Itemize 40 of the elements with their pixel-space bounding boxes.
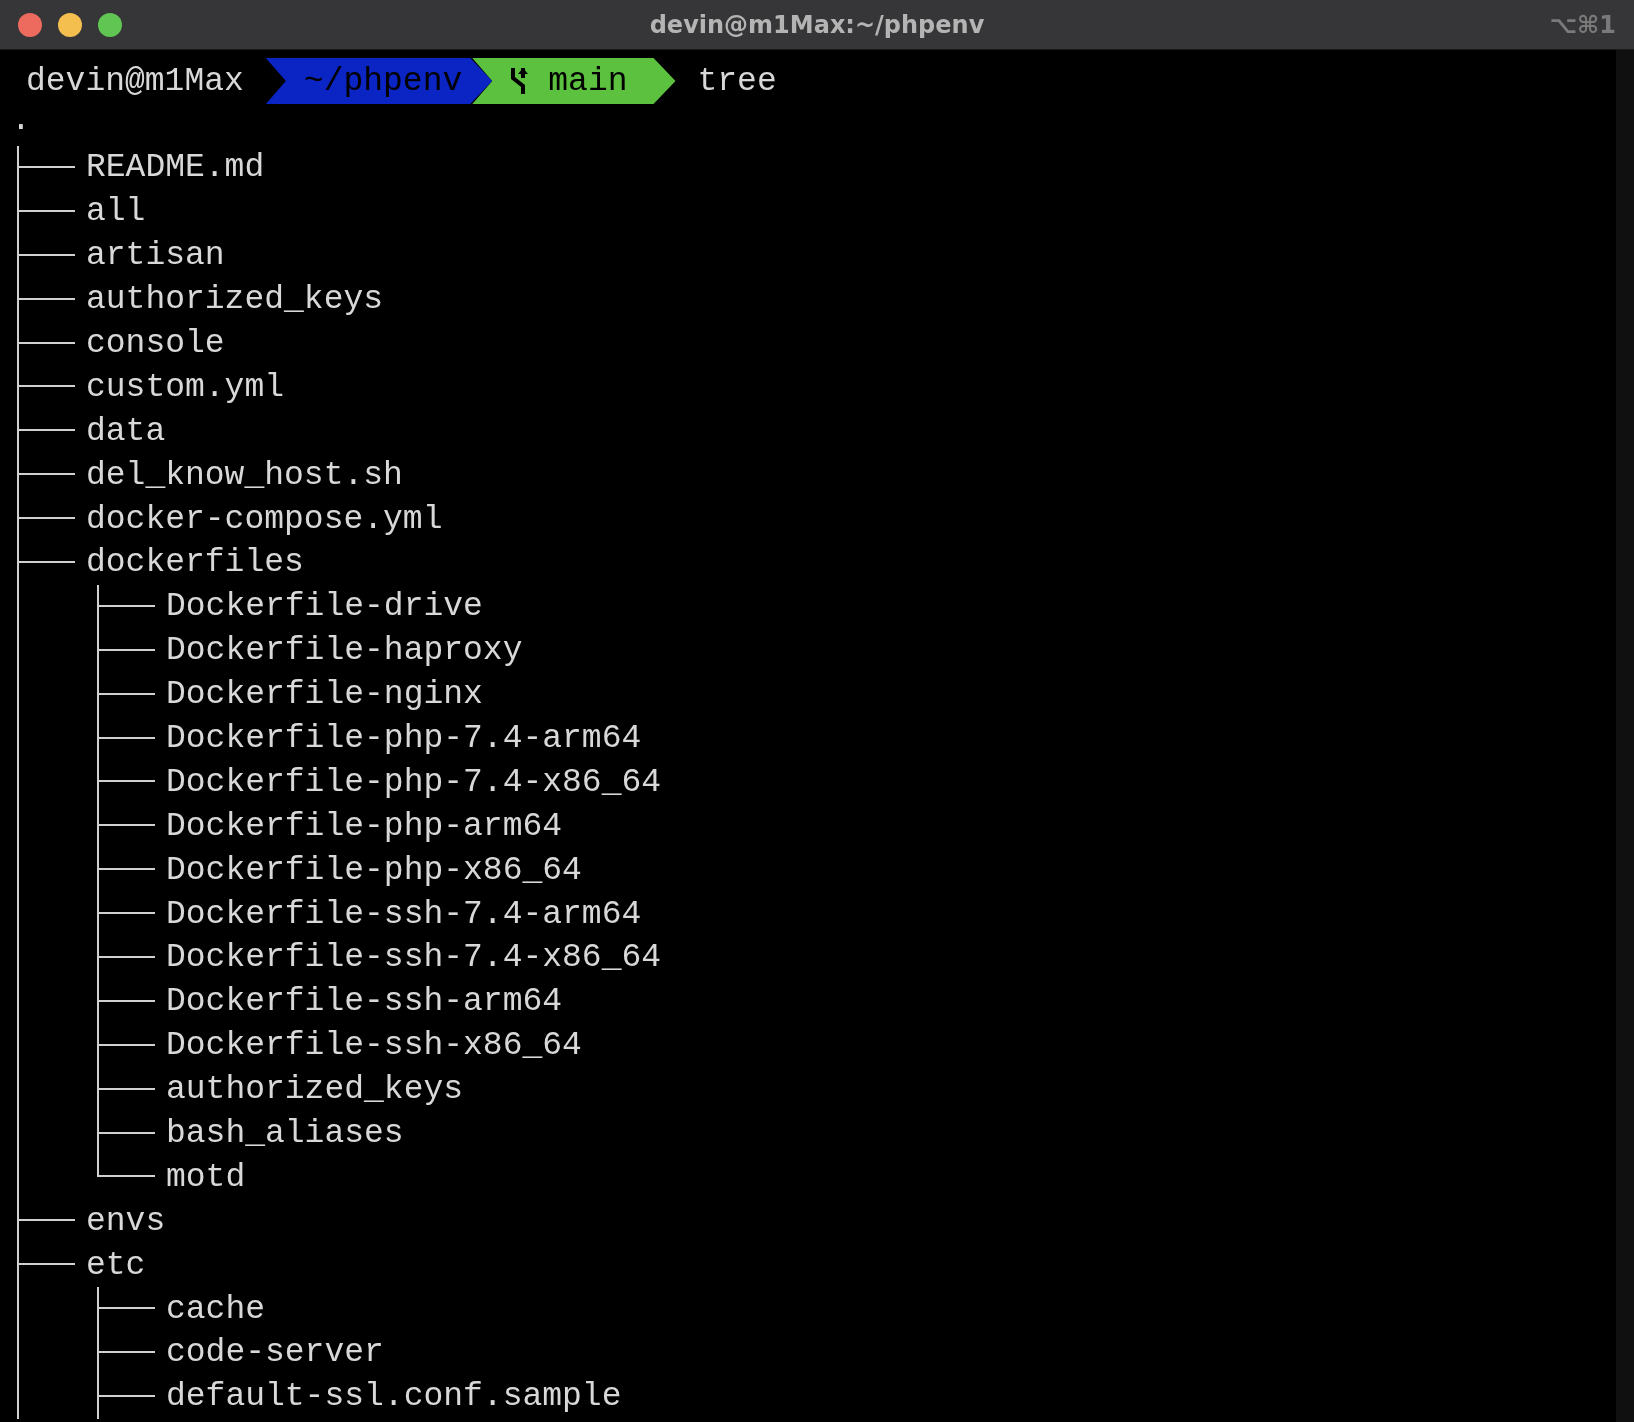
tree-entry: code-server: [166, 1336, 384, 1370]
tree-entry: envs: [86, 1204, 166, 1238]
tree-entry: data: [86, 414, 166, 448]
branch-name: main: [548, 64, 628, 98]
tree-entry: Dockerfile-drive: [166, 590, 483, 624]
window-title: devin@m1Max:~/phpenv: [649, 9, 985, 41]
tree-entry: etc: [86, 1248, 146, 1282]
minimize-button[interactable]: [58, 12, 82, 37]
tree-entry: default-ssl.conf.sample: [166, 1380, 622, 1414]
tree-entry: authorized_keys: [166, 1073, 464, 1107]
tree-entry: Dockerfile-nginx: [166, 678, 483, 712]
tree-entry: Dockerfile-php-arm64: [166, 809, 563, 843]
tree-entry: dockerfiles: [86, 546, 304, 580]
maximize-button[interactable]: [98, 12, 122, 37]
tree-entry: console: [86, 327, 225, 360]
prompt-user-host: devin@m1Max: [26, 64, 244, 98]
tree-entry: Dockerfile-ssh-arm64: [166, 985, 563, 1019]
tree-entry: authorized_keys: [86, 283, 384, 317]
tree-entry: del_know_host.sh: [86, 458, 403, 492]
command-text: tree: [697, 64, 777, 98]
branch-icon: [508, 66, 531, 96]
tree-entry: docker-compose.yml: [86, 502, 443, 536]
tree-entry: Dockerfile-php-x86_64: [166, 853, 582, 887]
tree-entry: Dockerfile-ssh-x86_64: [166, 1029, 582, 1063]
tree-entry: motd: [166, 1160, 246, 1194]
tree-entry: all: [86, 195, 146, 229]
tree-entry: custom.yml: [86, 370, 285, 404]
keyboard-shortcut: ⌥⌘1: [1549, 9, 1616, 41]
tree-entry: bash_aliases: [166, 1117, 404, 1151]
tree-entry: artisan: [86, 239, 225, 273]
tree-entry: Dockerfile-haproxy: [166, 634, 523, 668]
tree-entry: Dockerfile-ssh-7.4-x86_64: [166, 941, 662, 975]
tree-entry: cache: [166, 1292, 266, 1326]
tree-entry: README.md: [86, 151, 265, 185]
tree-entry: Dockerfile-ssh-7.4-arm64: [166, 897, 642, 931]
tree-entry: Dockerfile-php-7.4-x86_64: [166, 765, 662, 799]
prompt-path-segment: ~/phpenv: [265, 58, 493, 104]
close-button[interactable]: [18, 12, 42, 37]
tree-root: .: [11, 104, 31, 141]
tree-entry: Dockerfile-php-7.4-arm64: [166, 722, 642, 755]
